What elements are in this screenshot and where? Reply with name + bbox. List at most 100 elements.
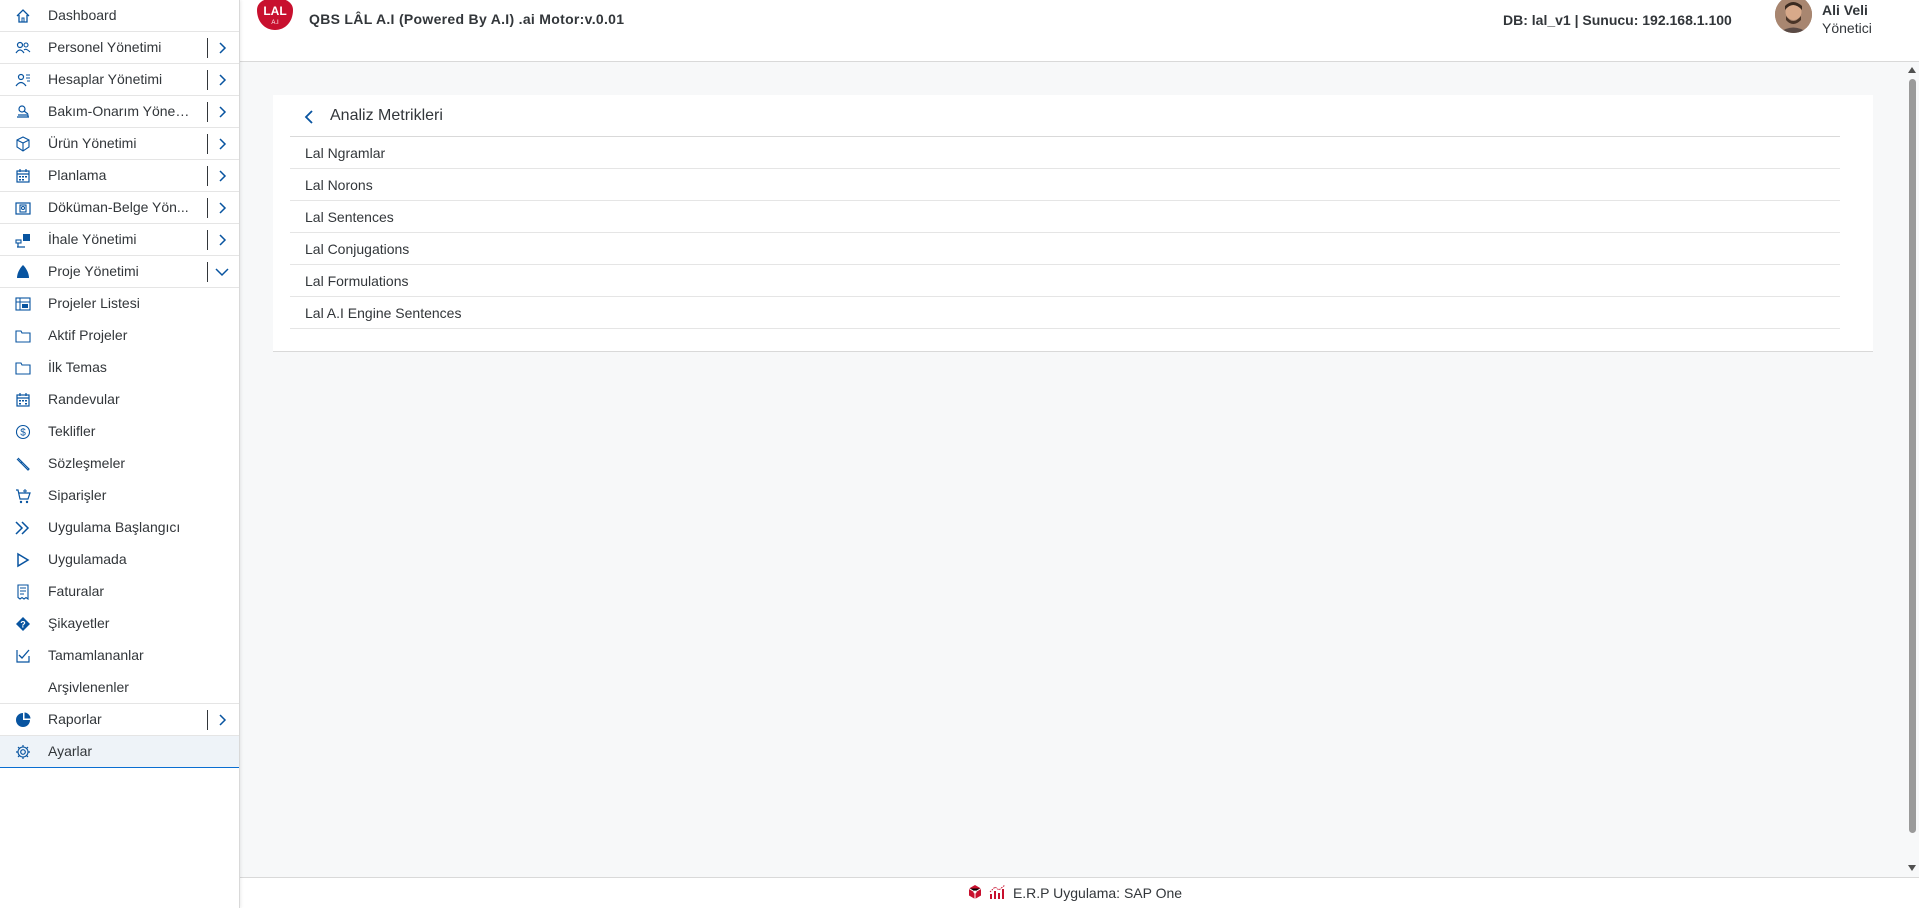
- expand-chevron-icon[interactable]: [207, 166, 235, 186]
- people-icon: [13, 38, 33, 58]
- sidebar-item-uygulamada[interactable]: Uygulamada: [0, 544, 239, 576]
- sidebar-item-sozlesmeler[interactable]: Sözleşmeler: [0, 448, 239, 480]
- sidebar-item-label: Teklifler: [48, 423, 96, 439]
- scroll-down-arrow-icon[interactable]: [1908, 865, 1916, 871]
- expand-chevron-icon[interactable]: [207, 710, 235, 730]
- project-list-icon: [13, 294, 33, 314]
- sidebar-item-projeler-listesi[interactable]: Projeler Listesi: [0, 288, 239, 320]
- calendar-icon: [13, 166, 33, 186]
- sidebar-item-label: Projeler Listesi: [48, 295, 140, 311]
- scroll-thumb[interactable]: [1909, 79, 1916, 833]
- accounts-icon: [13, 70, 33, 90]
- sidebar-item-label: Uygulamada: [48, 551, 127, 567]
- question-icon: ?: [13, 614, 33, 634]
- sidebar-item-tamamlananlar[interactable]: Tamamlananlar: [0, 640, 239, 672]
- svg-text:$: $: [20, 428, 26, 439]
- footer-text: E.R.P Uygulama: SAP One: [1012, 885, 1183, 901]
- expand-chevron-icon[interactable]: [207, 38, 235, 58]
- sidebar-item-label: Sözleşmeler: [48, 455, 126, 471]
- sidebar-item-bakim-onarim[interactable]: Bakım-Onarım Yöneti...: [0, 96, 239, 128]
- cart-icon: [13, 486, 33, 506]
- app-title: QBS LÂL A.I (Powered By A.I) .ai Motor:v…: [309, 11, 625, 27]
- sidebar-item-proje-yonetimi[interactable]: Proje Yönetimi: [0, 256, 239, 288]
- expand-chevron-icon[interactable]: [207, 70, 235, 90]
- checkbox-icon: [13, 646, 33, 666]
- footer: E.R.P Uygulama: SAP One: [240, 877, 1919, 908]
- list-item[interactable]: Lal Formulations: [290, 265, 1840, 297]
- sidebar-item-sikayetler[interactable]: ? Şikayetler: [0, 608, 239, 640]
- sidebar-item-label: Şikayetler: [48, 615, 110, 631]
- sidebar-item-label: Raporlar: [48, 711, 102, 727]
- list-item[interactable]: Lal Norons: [290, 169, 1840, 201]
- scroll-up-arrow-icon[interactable]: [1908, 67, 1916, 73]
- page-title: Analiz Metrikleri: [330, 107, 443, 124]
- analysis-metrics-panel: Analiz Metrikleri Lal Ngramlar Lal Noron…: [273, 95, 1873, 352]
- collapse-chevron-icon[interactable]: [207, 262, 235, 282]
- project-icon: [13, 262, 33, 282]
- list-item[interactable]: Lal Sentences: [290, 201, 1840, 233]
- sidebar-item-label: Bakım-Onarım Yöneti...: [48, 103, 193, 119]
- home-icon: [13, 6, 33, 26]
- chevron-left-icon: [304, 110, 313, 124]
- sidebar-item-label: Hesaplar Yönetimi: [48, 71, 163, 87]
- sidebar-item-aktif-projeler[interactable]: Aktif Projeler: [0, 320, 239, 352]
- sidebar-item-raporlar[interactable]: Raporlar: [0, 704, 239, 736]
- chart-logo-icon: [989, 884, 1007, 903]
- list-item[interactable]: Lal A.I Engine Sentences: [290, 297, 1840, 329]
- user-name: Ali Veli: [1822, 2, 1868, 18]
- list-item[interactable]: Lal Ngramlar: [290, 137, 1840, 169]
- sidebar-item-uygulama-baslangici[interactable]: Uygulama Başlangıcı: [0, 512, 239, 544]
- sidebar-item-arsivlenenler[interactable]: Arşivlenenler: [0, 672, 239, 704]
- gear-icon: [13, 742, 33, 762]
- metrics-list: Lal Ngramlar Lal Norons Lal Sentences La…: [290, 137, 1840, 329]
- folder-icon: [13, 358, 33, 378]
- svg-text:A.I: A.I: [271, 20, 279, 26]
- panel-header: Analiz Metrikleri: [290, 95, 1840, 137]
- avatar[interactable]: [1775, 0, 1812, 33]
- tender-icon: [13, 230, 33, 250]
- sidebar-item-urun[interactable]: Ürün Yönetimi: [0, 128, 239, 160]
- back-button[interactable]: [299, 107, 319, 127]
- vertical-scrollbar[interactable]: [1906, 62, 1919, 877]
- sidebar-item-label: Uygulama Başlangıcı: [48, 519, 181, 535]
- sidebar-item-label: Aktif Projeler: [48, 327, 128, 343]
- sidebar-item-label: Personel Yönetimi: [48, 39, 162, 55]
- blank-icon: [13, 678, 33, 698]
- document-icon: [13, 198, 33, 218]
- expand-chevron-icon[interactable]: [207, 230, 235, 250]
- cube-logo-icon: [967, 884, 983, 903]
- pie-chart-icon: [13, 710, 33, 730]
- sidebar-item-label: Proje Yönetimi: [48, 263, 139, 279]
- side-navigation: Dashboard Personel Yönetimi Hesaplar Yön…: [0, 0, 240, 908]
- expand-chevron-icon[interactable]: [207, 198, 235, 218]
- sidebar-item-ayarlar[interactable]: Ayarlar: [0, 736, 239, 768]
- sidebar-item-randevular[interactable]: Randevular: [0, 384, 239, 416]
- sidebar-item-label: Döküman-Belge Yön...: [48, 199, 189, 215]
- sidebar-item-planlama[interactable]: Planlama: [0, 160, 239, 192]
- expand-chevron-icon[interactable]: [207, 102, 235, 122]
- sidebar-item-ihale[interactable]: İhale Yönetimi: [0, 224, 239, 256]
- sidebar-item-ilk-temas[interactable]: İlk Temas: [0, 352, 239, 384]
- app-logo[interactable]: LAL A.I: [253, 0, 293, 30]
- server-info: DB: lal_v1 | Sunucu: 192.168.1.100: [1503, 12, 1732, 28]
- sidebar-item-personel[interactable]: Personel Yönetimi: [0, 32, 239, 64]
- sidebar-item-siparisler[interactable]: Siparişler: [0, 480, 239, 512]
- sidebar-item-label: İhale Yönetimi: [48, 231, 137, 247]
- folder-icon: [13, 326, 33, 346]
- sidebar-item-hesaplar[interactable]: Hesaplar Yönetimi: [0, 64, 239, 96]
- wrench-icon: [13, 454, 33, 474]
- sidebar-item-teklifler[interactable]: $ Teklifler: [0, 416, 239, 448]
- sidebar-item-label: Faturalar: [48, 583, 105, 599]
- sidebar-item-dashboard[interactable]: Dashboard: [0, 0, 239, 32]
- shell-header: LAL A.I QBS LÂL A.I (Powered By A.I) .ai…: [240, 0, 1919, 62]
- sidebar-item-label: Ayarlar: [48, 743, 93, 759]
- sidebar-item-faturalar[interactable]: Faturalar: [0, 576, 239, 608]
- sidebar-item-dokuman[interactable]: Döküman-Belge Yön...: [0, 192, 239, 224]
- invoice-icon: [13, 582, 33, 602]
- dollar-icon: $: [13, 422, 33, 442]
- user-role: Yönetici: [1822, 20, 1872, 36]
- sidebar-item-label: Tamamlananlar: [48, 647, 144, 663]
- expand-chevron-icon[interactable]: [207, 134, 235, 154]
- sidebar-item-label: Randevular: [48, 391, 120, 407]
- list-item[interactable]: Lal Conjugations: [290, 233, 1840, 265]
